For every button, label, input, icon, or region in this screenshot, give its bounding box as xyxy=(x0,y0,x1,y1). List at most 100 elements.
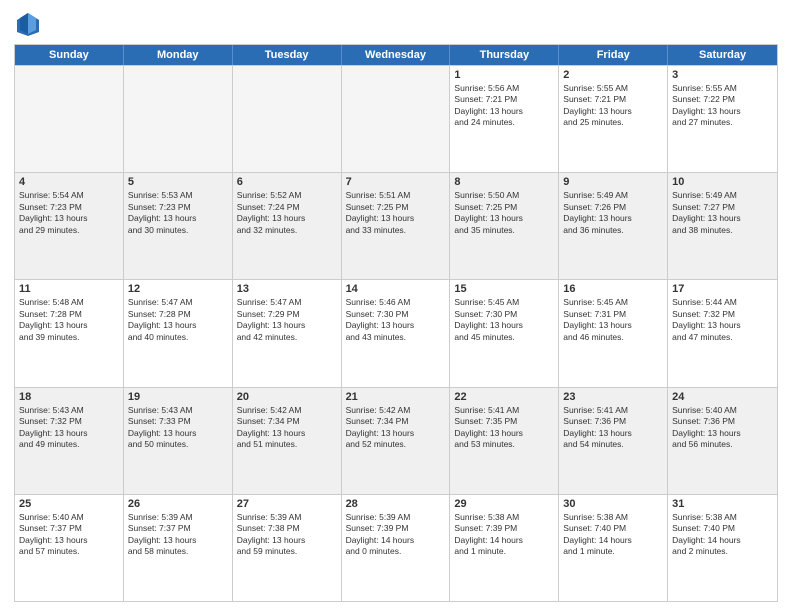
day-number: 27 xyxy=(237,498,337,510)
calendar-cell-week2-day5: 8 Sunrise: 5:50 AM Sunset: 7:25 PM Daylig… xyxy=(450,173,559,279)
calendar-cell-week4-day4: 21Sunrise: 5:42 AM Sunset: 7:34 PM Dayli… xyxy=(342,388,451,494)
day-number: 13 xyxy=(237,283,337,295)
calendar-week-3: 11 Sunrise: 5:48 AM Sunset: 7:28 PM Dayli… xyxy=(15,279,777,386)
day-info: Sunrise: 5:53 AM Sunset: 7:23 PM Dayligh… xyxy=(128,190,228,236)
calendar-cell-week4-day6: 23 Sunrise: 5:41 AM Sunset: 7:36 PM Dayli… xyxy=(559,388,668,494)
day-info: Sunrise: 5:42 AM Sunset: 7:34 PM Dayligh… xyxy=(237,405,337,451)
calendar-week-5: 25 Sunrise: 5:40 AM Sunset: 7:37 PM Dayli… xyxy=(15,494,777,601)
calendar-cell-week5-day7: 31 Sunrise: 5:38 AM Sunset: 7:40 PM Dayli… xyxy=(668,495,777,601)
calendar: SundayMondayTuesdayWednesdayThursdayFrid… xyxy=(14,44,778,602)
day-info: Sunrise: 5:39 AM Sunset: 7:37 PM Dayligh… xyxy=(128,512,228,558)
day-number: 15 xyxy=(454,283,554,295)
calendar-cell-week1-day1 xyxy=(15,66,124,172)
calendar-cell-week5-day4: 28Sunrise: 5:39 AM Sunset: 7:39 PM Dayli… xyxy=(342,495,451,601)
calendar-header-tuesday: Tuesday xyxy=(233,45,342,65)
day-info: Sunrise: 5:41 AM Sunset: 7:36 PM Dayligh… xyxy=(563,405,663,451)
day-info: Sunrise: 5:47 AM Sunset: 7:29 PM Dayligh… xyxy=(237,297,337,343)
day-number: 17 xyxy=(672,283,773,295)
calendar-header-thursday: Thursday xyxy=(450,45,559,65)
calendar-cell-week1-day5: 1 Sunrise: 5:56 AM Sunset: 7:21 PM Daylig… xyxy=(450,66,559,172)
calendar-cell-week2-day7: 10 Sunrise: 5:49 AM Sunset: 7:27 PM Dayli… xyxy=(668,173,777,279)
day-number: 10 xyxy=(672,176,773,188)
day-number: 9 xyxy=(563,176,663,188)
calendar-cell-week2-day3: 6 Sunrise: 5:52 AM Sunset: 7:24 PM Daylig… xyxy=(233,173,342,279)
calendar-header-row: SundayMondayTuesdayWednesdayThursdayFrid… xyxy=(15,45,777,65)
day-number: 7 xyxy=(346,176,446,188)
calendar-cell-week1-day6: 2 Sunrise: 5:55 AM Sunset: 7:21 PM Daylig… xyxy=(559,66,668,172)
calendar-cell-week1-day4 xyxy=(342,66,451,172)
day-number: 25 xyxy=(19,498,119,510)
logo xyxy=(14,10,46,38)
day-number: 11 xyxy=(19,283,119,295)
day-info: Sunrise: 5:55 AM Sunset: 7:22 PM Dayligh… xyxy=(672,83,773,129)
day-number: 2 xyxy=(563,69,663,81)
day-info: Sunrise: 5:52 AM Sunset: 7:24 PM Dayligh… xyxy=(237,190,337,236)
day-number: 24 xyxy=(672,391,773,403)
day-info: Sunrise: 5:54 AM Sunset: 7:23 PM Dayligh… xyxy=(19,190,119,236)
day-info: Sunrise: 5:48 AM Sunset: 7:28 PM Dayligh… xyxy=(19,297,119,343)
logo-icon xyxy=(14,10,42,38)
calendar-cell-week2-day6: 9 Sunrise: 5:49 AM Sunset: 7:26 PM Daylig… xyxy=(559,173,668,279)
day-number: 6 xyxy=(237,176,337,188)
day-info: Sunrise: 5:40 AM Sunset: 7:37 PM Dayligh… xyxy=(19,512,119,558)
calendar-cell-week5-day2: 26Sunrise: 5:39 AM Sunset: 7:37 PM Dayli… xyxy=(124,495,233,601)
calendar-cell-week4-day5: 22 Sunrise: 5:41 AM Sunset: 7:35 PM Dayli… xyxy=(450,388,559,494)
day-info: Sunrise: 5:38 AM Sunset: 7:39 PM Dayligh… xyxy=(454,512,554,558)
day-info: Sunrise: 5:38 AM Sunset: 7:40 PM Dayligh… xyxy=(672,512,773,558)
calendar-cell-week3-day4: 14 Sunrise: 5:46 AM Sunset: 7:30 PM Dayli… xyxy=(342,280,451,386)
day-info: Sunrise: 5:44 AM Sunset: 7:32 PM Dayligh… xyxy=(672,297,773,343)
day-info: Sunrise: 5:39 AM Sunset: 7:38 PM Dayligh… xyxy=(237,512,337,558)
calendar-week-4: 18 Sunrise: 5:43 AM Sunset: 7:32 PM Dayli… xyxy=(15,387,777,494)
day-info: Sunrise: 5:50 AM Sunset: 7:25 PM Dayligh… xyxy=(454,190,554,236)
day-info: Sunrise: 5:45 AM Sunset: 7:30 PM Dayligh… xyxy=(454,297,554,343)
day-info: Sunrise: 5:49 AM Sunset: 7:26 PM Dayligh… xyxy=(563,190,663,236)
day-number: 1 xyxy=(454,69,554,81)
day-number: 30 xyxy=(563,498,663,510)
calendar-header-wednesday: Wednesday xyxy=(342,45,451,65)
calendar-cell-week4-day2: 19 Sunrise: 5:43 AM Sunset: 7:33 PM Dayli… xyxy=(124,388,233,494)
calendar-cell-week4-day7: 24Sunrise: 5:40 AM Sunset: 7:36 PM Dayli… xyxy=(668,388,777,494)
day-number: 18 xyxy=(19,391,119,403)
day-number: 29 xyxy=(454,498,554,510)
calendar-header-saturday: Saturday xyxy=(668,45,777,65)
day-info: Sunrise: 5:56 AM Sunset: 7:21 PM Dayligh… xyxy=(454,83,554,129)
day-number: 19 xyxy=(128,391,228,403)
day-number: 22 xyxy=(454,391,554,403)
day-number: 28 xyxy=(346,498,446,510)
calendar-cell-week4-day1: 18 Sunrise: 5:43 AM Sunset: 7:32 PM Dayli… xyxy=(15,388,124,494)
day-info: Sunrise: 5:43 AM Sunset: 7:32 PM Dayligh… xyxy=(19,405,119,451)
calendar-cell-week1-day2 xyxy=(124,66,233,172)
day-info: Sunrise: 5:38 AM Sunset: 7:40 PM Dayligh… xyxy=(563,512,663,558)
calendar-cell-week3-day1: 11 Sunrise: 5:48 AM Sunset: 7:28 PM Dayli… xyxy=(15,280,124,386)
day-info: Sunrise: 5:46 AM Sunset: 7:30 PM Dayligh… xyxy=(346,297,446,343)
calendar-cell-week3-day2: 12Sunrise: 5:47 AM Sunset: 7:28 PM Dayli… xyxy=(124,280,233,386)
day-info: Sunrise: 5:43 AM Sunset: 7:33 PM Dayligh… xyxy=(128,405,228,451)
day-info: Sunrise: 5:55 AM Sunset: 7:21 PM Dayligh… xyxy=(563,83,663,129)
calendar-cell-week3-day5: 15 Sunrise: 5:45 AM Sunset: 7:30 PM Dayli… xyxy=(450,280,559,386)
day-info: Sunrise: 5:49 AM Sunset: 7:27 PM Dayligh… xyxy=(672,190,773,236)
day-number: 31 xyxy=(672,498,773,510)
calendar-cell-week2-day1: 4 Sunrise: 5:54 AM Sunset: 7:23 PM Daylig… xyxy=(15,173,124,279)
day-number: 4 xyxy=(19,176,119,188)
calendar-cell-week1-day3 xyxy=(233,66,342,172)
day-number: 3 xyxy=(672,69,773,81)
calendar-cell-week3-day3: 13 Sunrise: 5:47 AM Sunset: 7:29 PM Dayli… xyxy=(233,280,342,386)
day-number: 8 xyxy=(454,176,554,188)
calendar-week-2: 4 Sunrise: 5:54 AM Sunset: 7:23 PM Daylig… xyxy=(15,172,777,279)
day-number: 5 xyxy=(128,176,228,188)
day-number: 16 xyxy=(563,283,663,295)
calendar-cell-week5-day3: 27 Sunrise: 5:39 AM Sunset: 7:38 PM Dayli… xyxy=(233,495,342,601)
day-info: Sunrise: 5:42 AM Sunset: 7:34 PM Dayligh… xyxy=(346,405,446,451)
day-info: Sunrise: 5:45 AM Sunset: 7:31 PM Dayligh… xyxy=(563,297,663,343)
day-info: Sunrise: 5:41 AM Sunset: 7:35 PM Dayligh… xyxy=(454,405,554,451)
header xyxy=(14,10,778,38)
calendar-header-friday: Friday xyxy=(559,45,668,65)
calendar-cell-week3-day7: 17 Sunrise: 5:44 AM Sunset: 7:32 PM Dayli… xyxy=(668,280,777,386)
calendar-header-sunday: Sunday xyxy=(15,45,124,65)
calendar-cell-week3-day6: 16 Sunrise: 5:45 AM Sunset: 7:31 PM Dayli… xyxy=(559,280,668,386)
day-info: Sunrise: 5:47 AM Sunset: 7:28 PM Dayligh… xyxy=(128,297,228,343)
calendar-cell-week5-day6: 30 Sunrise: 5:38 AM Sunset: 7:40 PM Dayli… xyxy=(559,495,668,601)
day-number: 23 xyxy=(563,391,663,403)
calendar-week-1: 1 Sunrise: 5:56 AM Sunset: 7:21 PM Daylig… xyxy=(15,65,777,172)
day-number: 14 xyxy=(346,283,446,295)
